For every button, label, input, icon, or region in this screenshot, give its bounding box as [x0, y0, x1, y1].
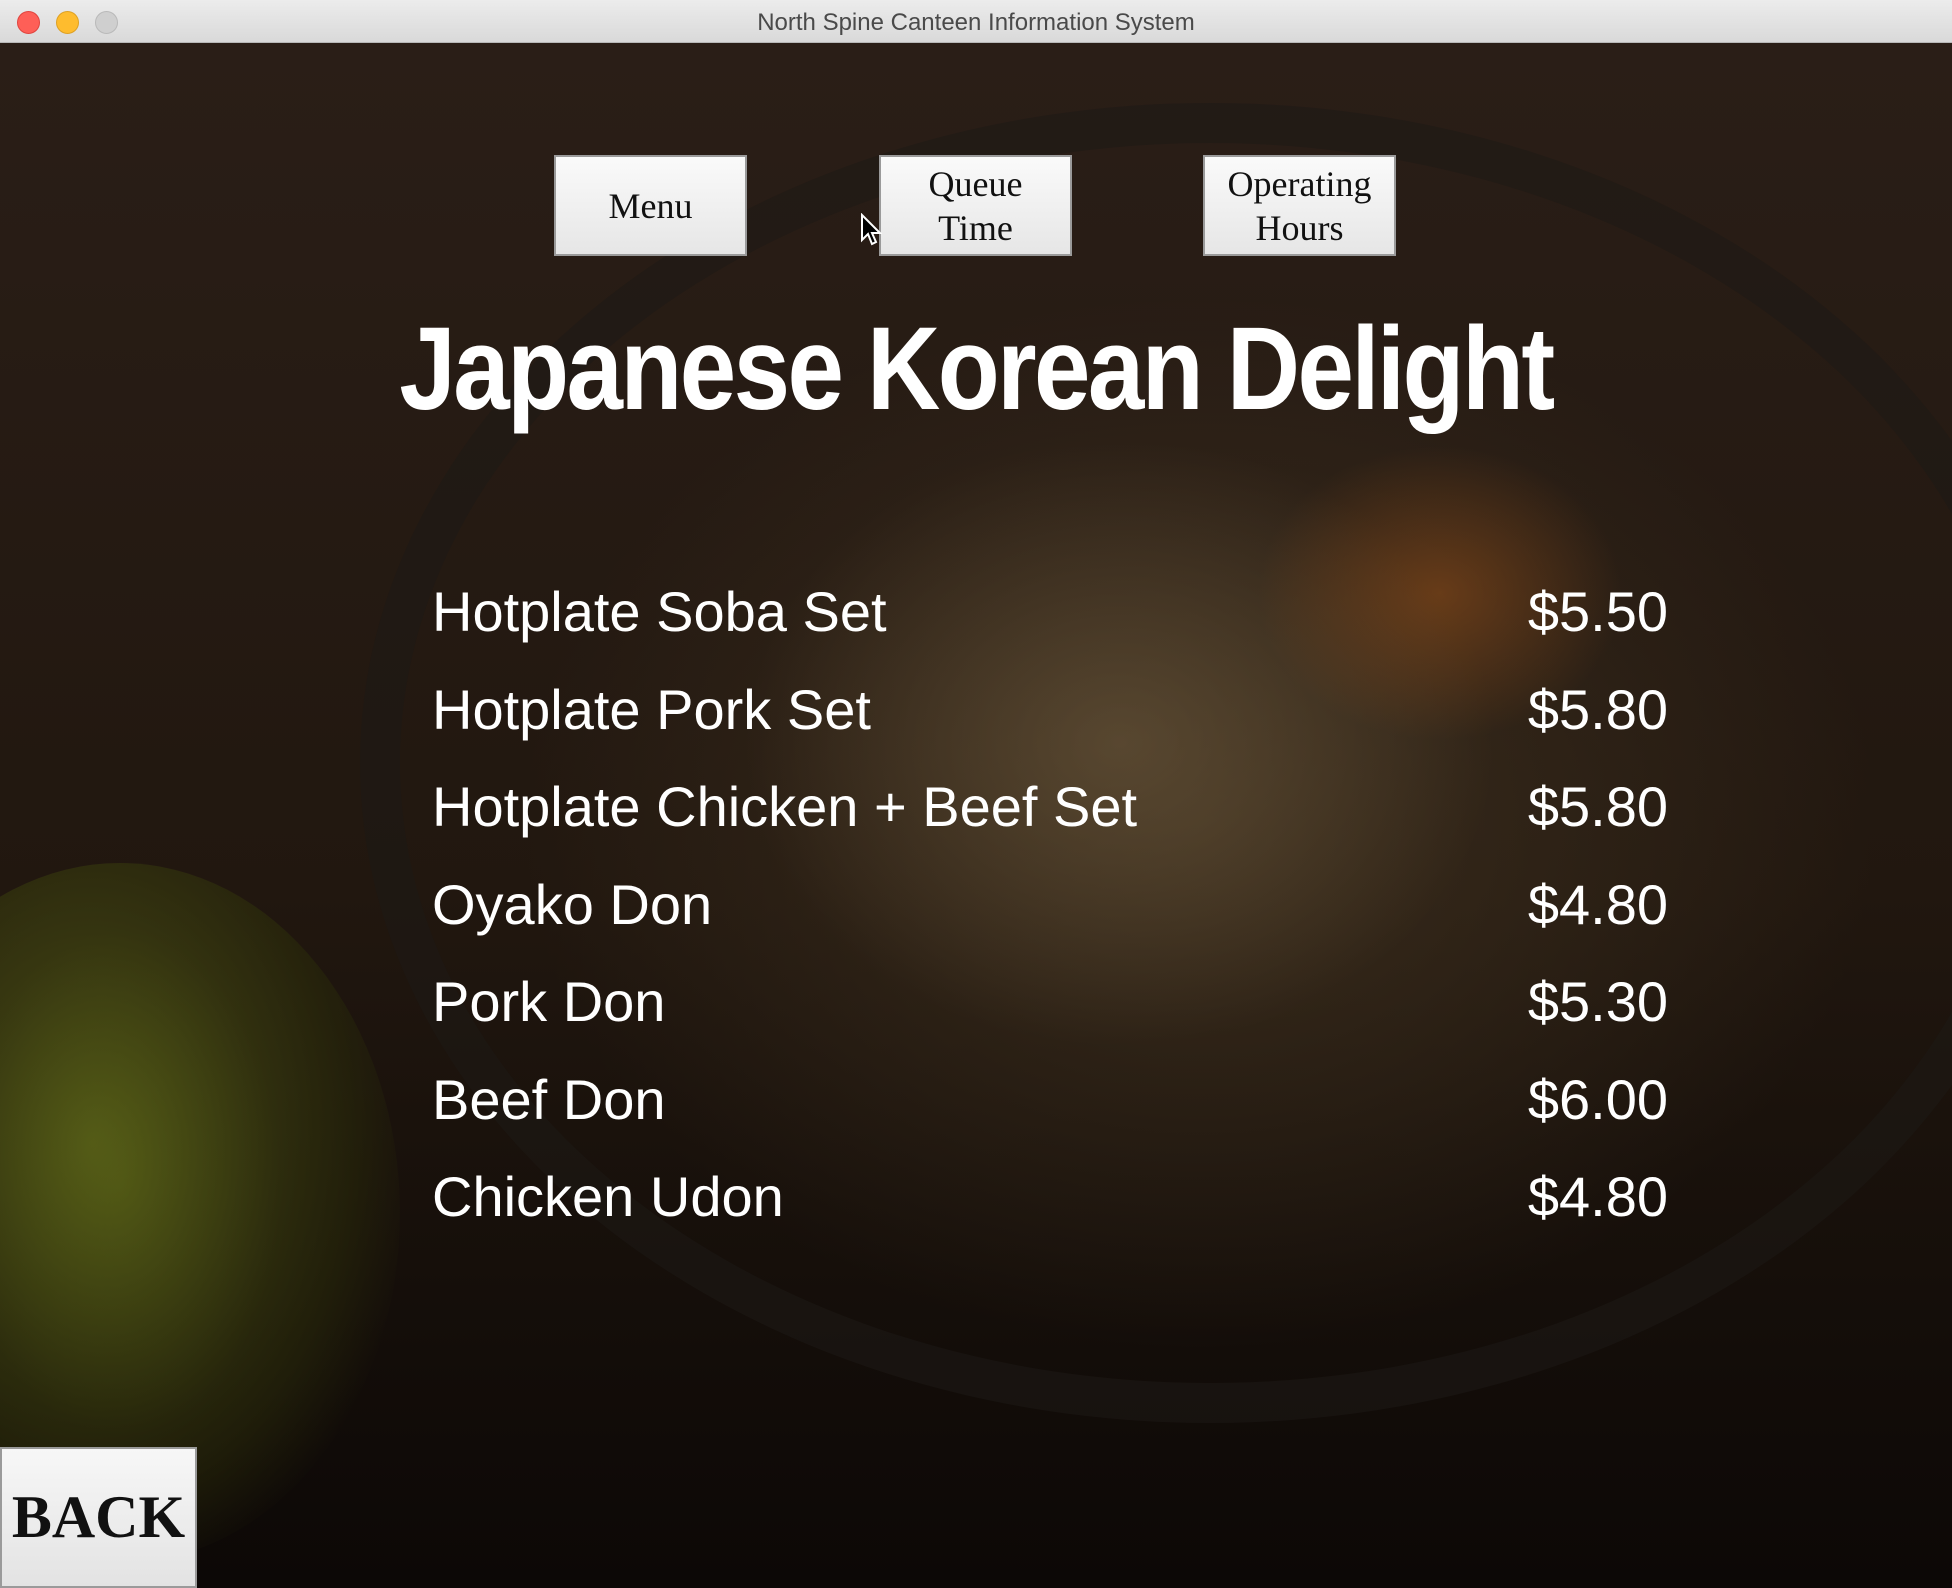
title-bar[interactable]: North Spine Canteen Information System [0, 0, 1952, 43]
menu-item: Hotplate Chicken + Beef Set $5.80 [432, 758, 1668, 856]
menu-item-price: $5.30 [1527, 970, 1668, 1033]
menu-item-name: Hotplate Chicken + Beef Set [432, 775, 1138, 838]
menu-item: Pork Don $5.30 [432, 953, 1668, 1051]
menu-button[interactable]: Menu [554, 155, 747, 256]
menu-item-name: Oyako Don [432, 872, 713, 936]
menu-item-price: $6.00 [1527, 1067, 1668, 1131]
menu-item-name: Hotplate Pork Set [432, 677, 871, 741]
menu-item: Oyako Don $4.80 [432, 856, 1668, 954]
back-button[interactable]: BACK [0, 1447, 197, 1588]
stall-name-heading: Japanese Korean Delight [399, 303, 1555, 435]
operating-hours-label-line1: Operating [1227, 163, 1372, 204]
menu-item-name: Chicken Udon [432, 1165, 784, 1228]
menu-item-name: Beef Don [432, 1067, 666, 1131]
menu-item-price: $5.80 [1527, 775, 1668, 838]
menu-item-list: Hotplate Soba Set $5.50 Hotplate Pork Se… [432, 563, 1668, 1246]
menu-item-name: Hotplate Soba Set [432, 580, 887, 643]
menu-item-price: $5.50 [1527, 580, 1668, 643]
queue-time-label-line1: Queue [928, 163, 1023, 204]
menu-item: Beef Don $6.00 [432, 1051, 1668, 1149]
menu-item: Hotplate Pork Set $5.80 [432, 661, 1668, 759]
queue-time-button[interactable]: Queue Time [879, 155, 1072, 256]
menu-item: Chicken Udon $4.80 [432, 1148, 1668, 1246]
menu-item-price: $4.80 [1527, 872, 1668, 936]
operating-hours-button[interactable]: Operating Hours [1203, 155, 1396, 256]
operating-hours-label-line2: Hours [1255, 207, 1344, 248]
window-title: North Spine Canteen Information System [757, 9, 1195, 36]
queue-time-label-line2: Time [938, 207, 1013, 248]
mouse-pointer-icon [861, 213, 882, 246]
menu-button-label: Menu [608, 185, 693, 226]
menu-item-name: Pork Don [432, 970, 666, 1033]
menu-item-price: $4.80 [1527, 1165, 1668, 1228]
menu-item: Hotplate Soba Set $5.50 [432, 563, 1668, 661]
app-window: North Spine Canteen Information System M… [0, 0, 1952, 1588]
back-button-label: BACK [11, 1484, 186, 1550]
menu-item-price: $5.80 [1527, 677, 1668, 741]
background-photo: Menu Queue Time Operating Hours Japanese… [0, 43, 1952, 1588]
